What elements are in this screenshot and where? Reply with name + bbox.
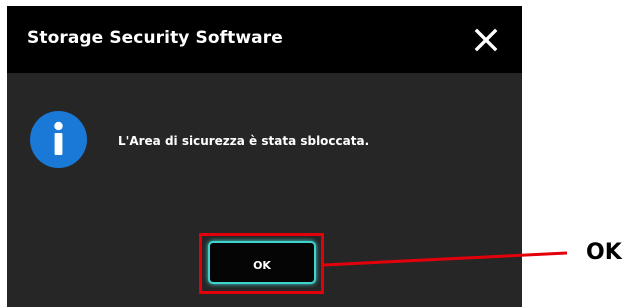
highlight-box: [199, 233, 324, 294]
info-icon: [30, 111, 87, 168]
callout-label: OK: [586, 240, 622, 265]
dialog-message: L'Area di sicurezza è stata sbloccata.: [118, 134, 370, 148]
dialog-title: Storage Security Software: [27, 28, 283, 48]
screenshot-stage: Storage Security Software L'Area di sicu…: [0, 0, 633, 307]
close-icon[interactable]: [474, 28, 498, 52]
dialog-titlebar: Storage Security Software: [7, 6, 522, 73]
